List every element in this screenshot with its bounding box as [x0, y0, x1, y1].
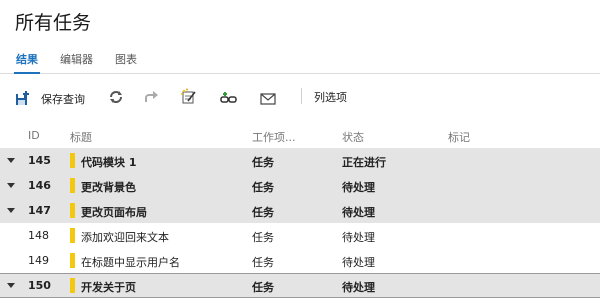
task-color-bar — [70, 153, 75, 168]
mail-icon — [260, 93, 276, 105]
row-id: 147 — [28, 204, 51, 217]
tab-divider — [0, 73, 600, 74]
toolbar-separator — [301, 88, 302, 104]
table-row[interactable]: 145 代码模块 1 任务 正在进行 — [0, 148, 600, 173]
row-id: 145 — [28, 154, 51, 167]
column-header-work-item-type[interactable]: 工作项... — [252, 129, 296, 145]
magic-wand-edit-icon — [181, 88, 196, 104]
row-context-caret-icon[interactable] — [7, 183, 15, 188]
task-color-bar — [70, 253, 75, 268]
row-title[interactable]: 在标题中显示用户名 — [81, 254, 180, 270]
edit-multiple-button[interactable] — [180, 87, 198, 107]
row-state: 待处理 — [342, 281, 375, 294]
row-context-caret-icon[interactable] — [7, 208, 15, 213]
row-type: 任务 — [252, 156, 274, 169]
table-row[interactable]: 150 开发关于页 任务 待处理 — [0, 273, 600, 298]
save-query-button[interactable]: 保存查询 — [15, 89, 85, 109]
row-id: 148 — [28, 229, 49, 242]
row-type: 任务 — [252, 181, 274, 194]
tab-charts[interactable]: 图表 — [115, 51, 137, 67]
refresh-button[interactable] — [108, 87, 124, 107]
row-state: 待处理 — [342, 256, 375, 269]
row-state: 待处理 — [342, 206, 375, 219]
table-row[interactable]: 147 更改页面布局 任务 待处理 — [0, 198, 600, 223]
row-type: 任务 — [252, 256, 274, 269]
table-row[interactable]: 146 更改背景色 任务 待处理 — [0, 173, 600, 198]
email-button[interactable] — [260, 89, 276, 109]
task-color-bar — [70, 178, 75, 193]
tab-bar: 结果 编辑器 图表 — [16, 51, 137, 67]
table-row[interactable]: 148 添加欢迎回来文本 任务 待处理 — [0, 223, 600, 248]
link-button[interactable] — [220, 88, 238, 108]
row-type: 任务 — [252, 281, 274, 294]
save-query-label: 保存查询 — [41, 93, 85, 106]
add-link-icon — [220, 92, 237, 103]
row-type: 任务 — [252, 206, 274, 219]
column-header-tags[interactable]: 标记 — [448, 129, 470, 145]
row-id: 149 — [28, 254, 49, 267]
redo-arrow-icon — [145, 91, 158, 102]
column-header-id[interactable]: ID — [28, 129, 40, 142]
row-title[interactable]: 开发关于页 — [81, 279, 136, 295]
tab-editor[interactable]: 编辑器 — [60, 51, 93, 67]
row-state: 正在进行 — [342, 156, 386, 169]
row-title[interactable]: 更改页面布局 — [81, 204, 147, 220]
row-id: 150 — [28, 279, 51, 292]
column-header-title[interactable]: 标题 — [70, 129, 92, 145]
row-context-caret-icon[interactable] — [7, 158, 15, 163]
redo-button[interactable] — [143, 87, 159, 107]
column-options-button[interactable]: 列选项 — [314, 87, 347, 107]
column-header-state[interactable]: 状态 — [342, 129, 364, 145]
column-options-label: 列选项 — [314, 91, 347, 104]
task-color-bar — [70, 278, 75, 293]
row-state: 待处理 — [342, 181, 375, 194]
row-title[interactable]: 更改背景色 — [81, 179, 136, 195]
row-type: 任务 — [252, 231, 274, 244]
row-title[interactable]: 代码模块 1 — [81, 154, 136, 170]
task-color-bar — [70, 228, 75, 243]
active-tab-indicator — [14, 72, 40, 74]
row-title[interactable]: 添加欢迎回来文本 — [81, 229, 169, 245]
refresh-icon — [110, 91, 122, 103]
task-color-bar — [70, 203, 75, 218]
row-id: 146 — [28, 179, 51, 192]
row-state: 待处理 — [342, 231, 375, 244]
row-context-caret-icon[interactable] — [7, 283, 15, 288]
save-icon — [16, 91, 29, 105]
tab-results[interactable]: 结果 — [16, 51, 38, 67]
grid-header: ID 标题 工作项... 状态 标记 — [0, 124, 600, 146]
table-row[interactable]: 149 在标题中显示用户名 任务 待处理 — [0, 248, 600, 273]
page-title: 所有任务 — [15, 12, 92, 34]
